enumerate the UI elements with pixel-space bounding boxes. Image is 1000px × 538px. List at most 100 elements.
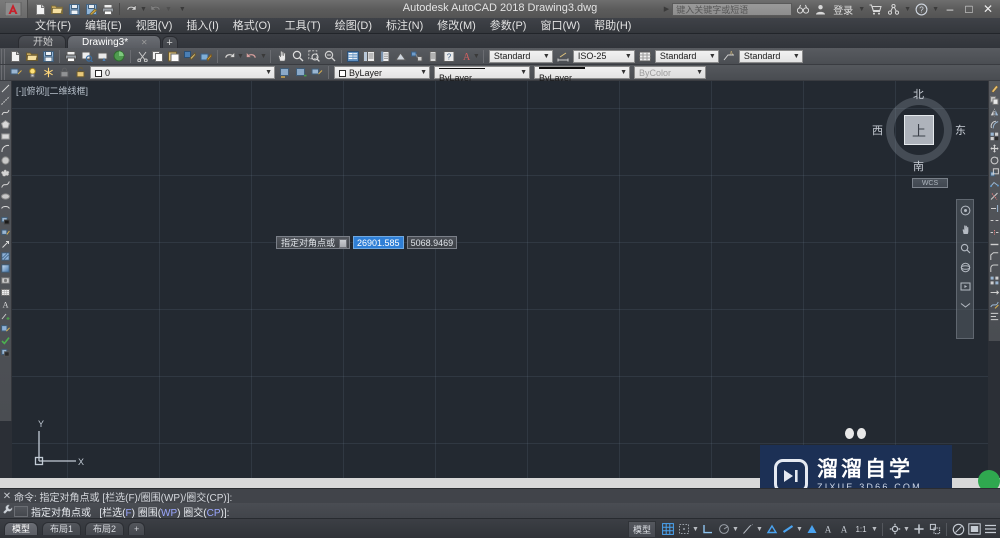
text-style-icon-arrow[interactable]: ▼	[473, 53, 480, 60]
zoom-window-icon[interactable]	[306, 49, 322, 64]
offset-icon[interactable]	[989, 119, 1000, 130]
clean-screen-icon[interactable]	[967, 521, 982, 537]
infocenter-expand-arrow[interactable]: ▶	[664, 6, 669, 13]
table-icon[interactable]	[0, 287, 11, 298]
zoom-previous-icon[interactable]	[322, 49, 338, 64]
hamburger-icon[interactable]	[983, 521, 998, 537]
drawing-canvas[interactable]: [-][俯视][二维线框] 指定对角点或 26901.585 5068.9469…	[12, 81, 988, 485]
trim-icon[interactable]	[989, 191, 1000, 202]
plus-icon[interactable]	[911, 521, 926, 537]
region-icon[interactable]	[0, 275, 11, 286]
edit-hatch-icon[interactable]	[0, 323, 11, 334]
chevron-down-icon[interactable]: ▼	[625, 53, 632, 60]
user-icon[interactable]	[813, 2, 828, 17]
toolbar-grip[interactable]	[1, 48, 7, 64]
mleader-style-button[interactable]: A	[721, 49, 737, 64]
save-toolbar-icon[interactable]	[40, 49, 56, 64]
menu-item-tools[interactable]: 工具(T)	[278, 18, 328, 34]
table-style-button[interactable]	[637, 49, 653, 64]
viewport-label[interactable]: [-][俯视][二维线框]	[16, 84, 88, 97]
close-icon[interactable]: ✕	[141, 38, 148, 47]
hatch-icon[interactable]	[0, 251, 11, 262]
layer-properties-icon[interactable]	[8, 65, 24, 80]
maximize-button[interactable]: □	[961, 1, 977, 17]
make-block-icon[interactable]	[0, 227, 11, 238]
text-style-icon[interactable]: A	[457, 49, 473, 64]
menu-item-window[interactable]: 窗口(W)	[533, 18, 587, 34]
layer-combo[interactable]: 0 ▼	[90, 66, 275, 79]
align-icon[interactable]	[989, 311, 1000, 322]
break-icon[interactable]	[989, 227, 1000, 238]
array-icon[interactable]	[989, 131, 1000, 142]
qat-customize-arrow[interactable]: ▼	[179, 6, 186, 13]
workspace-dropdown-arrow[interactable]: ▼	[903, 526, 910, 533]
application-menu-button[interactable]	[0, 0, 28, 18]
lineweight-icon[interactable]	[780, 521, 795, 537]
search-input[interactable]: 键入关键字或短语	[672, 2, 793, 16]
ellipse-arc-icon[interactable]	[0, 203, 11, 214]
linetype-combo[interactable]: ByLayer ▼	[434, 66, 530, 83]
sheetset-icon[interactable]	[393, 49, 409, 64]
layout-tab-layout2[interactable]: 布局2	[85, 522, 125, 535]
transparency-icon[interactable]	[804, 521, 819, 537]
osnap-icon[interactable]	[764, 521, 779, 537]
layer-make-current-icon[interactable]	[293, 65, 309, 80]
dbconnect-icon[interactable]	[425, 49, 441, 64]
binoculars-icon[interactable]	[795, 2, 810, 17]
redo-dropdown-arrow[interactable]: ▼	[165, 6, 172, 13]
fillet-icon[interactable]	[989, 263, 1000, 274]
paste-icon[interactable]	[166, 49, 182, 64]
polar-icon[interactable]	[716, 521, 731, 537]
viewcube-ucs-button[interactable]: WCS	[912, 178, 948, 188]
revcloud-icon[interactable]	[0, 167, 11, 178]
extend-icon[interactable]	[989, 203, 1000, 214]
new-tab-button[interactable]: +	[161, 36, 178, 49]
mleader-style-combo[interactable]: Standard ▼	[738, 49, 803, 63]
xref-icon[interactable]	[0, 347, 11, 358]
menu-item-modify[interactable]: 修改(M)	[430, 18, 483, 34]
scale-icon[interactable]	[989, 167, 1000, 178]
grid-icon[interactable]	[660, 521, 675, 537]
plot-preview-icon[interactable]	[79, 49, 95, 64]
chevron-down-icon[interactable]: ▼	[420, 69, 427, 76]
layer-on-icon[interactable]	[24, 65, 40, 80]
viewcube[interactable]: 上 北 南 西 东	[872, 89, 966, 173]
toolpalettes-icon[interactable]	[377, 49, 393, 64]
help-icon[interactable]: ?	[914, 2, 929, 17]
viewcube-top-face[interactable]: 上	[904, 115, 934, 145]
cart-icon[interactable]	[868, 2, 883, 17]
publish-icon[interactable]	[95, 49, 111, 64]
lengthen-icon[interactable]	[989, 287, 1000, 298]
check-icon[interactable]	[0, 335, 11, 346]
undo-toolbar-arrow[interactable]: ▼	[237, 53, 244, 60]
table-style-combo[interactable]: Standard ▼	[654, 49, 719, 63]
layout-tab-model[interactable]: 模型	[4, 522, 39, 535]
rectangle-icon[interactable]	[0, 131, 11, 142]
undo-toolbar-icon[interactable]	[221, 49, 237, 64]
menu-item-dimension[interactable]: 标注(N)	[379, 18, 430, 34]
save-as-icon[interactable]	[83, 1, 99, 17]
insert-block-icon[interactable]	[0, 215, 11, 226]
isolate-icon[interactable]	[927, 521, 942, 537]
viewcube-west-label[interactable]: 西	[872, 122, 883, 138]
new-file-icon[interactable]	[32, 1, 48, 17]
layer-unlock-icon[interactable]	[72, 65, 88, 80]
viewcube-east-label[interactable]: 东	[955, 122, 966, 138]
layer-lock-closed-icon[interactable]	[56, 65, 72, 80]
share-icon[interactable]	[886, 2, 901, 17]
wrench-icon[interactable]	[0, 504, 14, 518]
help-toolbar-icon[interactable]: ?	[441, 49, 457, 64]
menu-item-edit[interactable]: 编辑(E)	[78, 18, 129, 34]
snap-dropdown-arrow[interactable]: ▼	[692, 526, 699, 533]
layer-thaw-icon[interactable]	[40, 65, 56, 80]
line-icon[interactable]	[0, 83, 11, 94]
viewcube-north-label[interactable]: 北	[913, 86, 924, 102]
polygon-icon[interactable]	[0, 119, 11, 130]
undo-icon[interactable]	[123, 1, 139, 17]
scale-dropdown-arrow[interactable]: ▼	[871, 526, 878, 533]
open-file-icon[interactable]	[49, 1, 65, 17]
signin-label[interactable]: 登录	[831, 2, 855, 17]
gradient-icon[interactable]	[0, 263, 11, 274]
showmotion-nav-icon[interactable]	[958, 279, 972, 293]
color-combo[interactable]: ByLayer ▼	[334, 66, 430, 79]
